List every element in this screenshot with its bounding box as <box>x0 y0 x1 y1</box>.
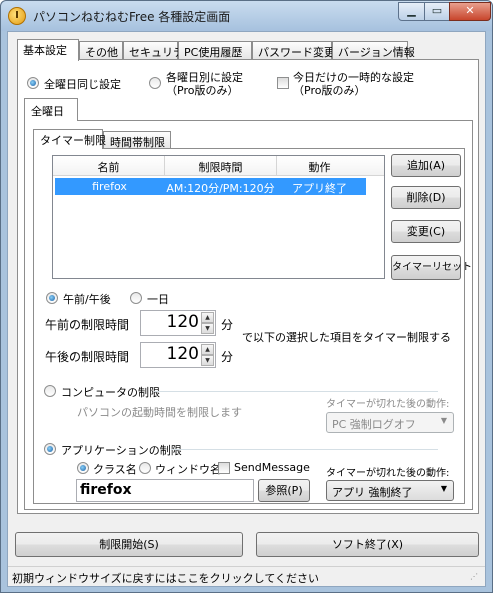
app-name-input[interactable]: firefox <box>76 479 254 502</box>
tab-pc-history[interactable]: PC使用履歴 <box>178 41 252 60</box>
app-limit-label: アプリケーションの制限 <box>61 444 182 457</box>
spin-down-icon[interactable]: ▼ <box>201 355 214 366</box>
app-after-select[interactable]: アプリ 強制終了 ▼ <box>326 480 454 501</box>
start-limit-button[interactable]: 制限開始(S) <box>15 532 243 557</box>
sendmessage-label: SendMessage <box>234 461 310 474</box>
timer-reset-button[interactable]: タイマーリセット <box>391 255 472 280</box>
tab-all-days[interactable]: 全曜日 <box>24 98 78 121</box>
row-limit: AM:120分/PM:120分 <box>166 182 275 195</box>
computer-limit-label: コンピュータの制限 <box>61 386 160 399</box>
today-only-checkbox[interactable] <box>277 77 289 89</box>
ampm-label: 午前/午後 <box>63 293 111 306</box>
tab-timer-limit[interactable]: タイマー制限 <box>33 129 106 149</box>
title-bar[interactable]: パソコンねむねむFree 各種設定画面 ▁ ▭ ✕ <box>1 1 492 31</box>
pm-unit: 分 <box>221 350 234 364</box>
all-days-radio[interactable] <box>27 77 39 89</box>
basic-settings-page: 全曜日同じ設定 各曜日別に設定 （Pro版のみ） 今日だけの一時的な設定 （Pr… <box>17 59 479 514</box>
spin-up-icon[interactable]: ▲ <box>201 312 214 323</box>
pm-limit-stepper[interactable]: 120 ▲ ▼ <box>140 342 216 368</box>
resize-grip-icon[interactable]: ⋰ <box>470 572 478 581</box>
today-only-note: （Pro版のみ） <box>293 84 366 97</box>
window-name-label: ウィンドウ名 <box>155 463 221 476</box>
per-day-note: （Pro版のみ） <box>166 84 239 97</box>
tab-other[interactable]: その他 <box>79 41 123 60</box>
table-row[interactable]: firefox AM:120分/PM:120分 アプリ終了 <box>55 178 366 195</box>
settings-window: パソコンねむねむFree 各種設定画面 ▁ ▭ ✕ 基本設定 その他 セキュリテ… <box>0 0 493 593</box>
computer-group-line <box>154 391 438 392</box>
app-clock-icon <box>8 7 26 25</box>
client-area: 基本設定 その他 セキュリティ PC使用履歴 パスワード変更 バージョン情報 全… <box>7 31 486 587</box>
am-limit-label: 午前の制限時間 <box>45 318 130 332</box>
app-group-line <box>171 449 438 450</box>
limit-note: で以下の選択した項目をタイマー制限する <box>242 331 451 344</box>
class-name-label: クラス名 <box>93 463 137 476</box>
computer-after-select[interactable]: PC 強制ログオフ ▼ <box>326 412 454 433</box>
sendmessage-checkbox[interactable] <box>218 462 230 474</box>
pm-limit-value: 120 <box>166 344 199 364</box>
status-bar[interactable]: 初期ウィンドウサイズに戻すにはここをクリックしてください ⋰ <box>8 566 485 586</box>
app-name-value: firefox <box>80 482 132 498</box>
am-unit: 分 <box>221 318 234 332</box>
list-header: 名前 制限時間 動作 <box>53 156 384 176</box>
status-text[interactable]: 初期ウィンドウサイズに戻すにはここをクリックしてください <box>12 570 319 586</box>
ampm-radio[interactable] <box>46 292 58 304</box>
add-button[interactable]: 追加(A) <box>391 154 461 177</box>
tab-version-info[interactable]: バージョン情報 <box>332 41 415 60</box>
am-limit-stepper[interactable]: 120 ▲ ▼ <box>140 310 216 336</box>
minimize-button[interactable]: ▁ <box>398 2 425 21</box>
row-action: アプリ終了 <box>292 182 347 195</box>
spin-down-icon[interactable]: ▼ <box>201 323 214 334</box>
column-limit-time[interactable]: 制限時間 <box>165 159 276 175</box>
app-after-value: アプリ 強制終了 <box>332 486 413 499</box>
computer-limit-description: パソコンの起動時間を制限します <box>77 406 242 419</box>
maximize-button[interactable]: ▭ <box>424 2 450 21</box>
delete-button[interactable]: 削除(D) <box>391 186 461 209</box>
app-limit-radio[interactable] <box>44 443 56 455</box>
close-button[interactable]: ✕ <box>449 2 491 21</box>
change-button[interactable]: 変更(C) <box>391 220 461 243</box>
limit-list[interactable]: 名前 制限時間 動作 firefox AM:120分/PM:120分 アプリ終了 <box>52 155 385 279</box>
am-limit-value: 120 <box>166 312 199 332</box>
browse-button[interactable]: 参照(P) <box>258 479 310 502</box>
computer-after-value: PC 強制ログオフ <box>332 418 416 431</box>
tab-password-change[interactable]: パスワード変更 <box>252 41 335 60</box>
app-after-label: タイマーが切れた後の動作: <box>326 468 450 479</box>
day-page: タイマー制限 時間帯制限 名前 制限時間 動作 firefox AM:120分/… <box>24 120 473 510</box>
per-day-radio[interactable] <box>149 77 161 89</box>
window-name-radio[interactable] <box>139 462 151 474</box>
allday-radio[interactable] <box>130 292 142 304</box>
computer-limit-radio[interactable] <box>44 385 56 397</box>
all-days-label: 全曜日同じ設定 <box>44 78 121 91</box>
class-name-radio[interactable] <box>77 462 89 474</box>
tab-basic-settings[interactable]: 基本設定 <box>17 39 79 61</box>
column-action[interactable]: 動作 <box>277 159 362 175</box>
chevron-down-icon: ▼ <box>440 416 447 425</box>
exit-software-button[interactable]: ソフト終了(X) <box>256 532 479 557</box>
allday-label: 一日 <box>147 293 169 306</box>
timer-limit-page: 名前 制限時間 動作 firefox AM:120分/PM:120分 アプリ終了 <box>33 148 472 504</box>
computer-after-label: タイマーが切れた後の動作: <box>326 399 450 410</box>
am-stepper-arrows[interactable]: ▲ ▼ <box>201 312 214 334</box>
pm-stepper-arrows[interactable]: ▲ ▼ <box>201 344 214 366</box>
column-name[interactable]: 名前 <box>53 159 164 175</box>
chevron-down-icon: ▼ <box>440 484 447 493</box>
spin-up-icon[interactable]: ▲ <box>201 344 214 355</box>
pm-limit-label: 午後の制限時間 <box>45 350 130 364</box>
row-name: firefox <box>92 180 127 193</box>
window-title: パソコンねむねむFree 各種設定画面 <box>33 10 231 24</box>
tab-security[interactable]: セキュリティ <box>123 41 194 60</box>
